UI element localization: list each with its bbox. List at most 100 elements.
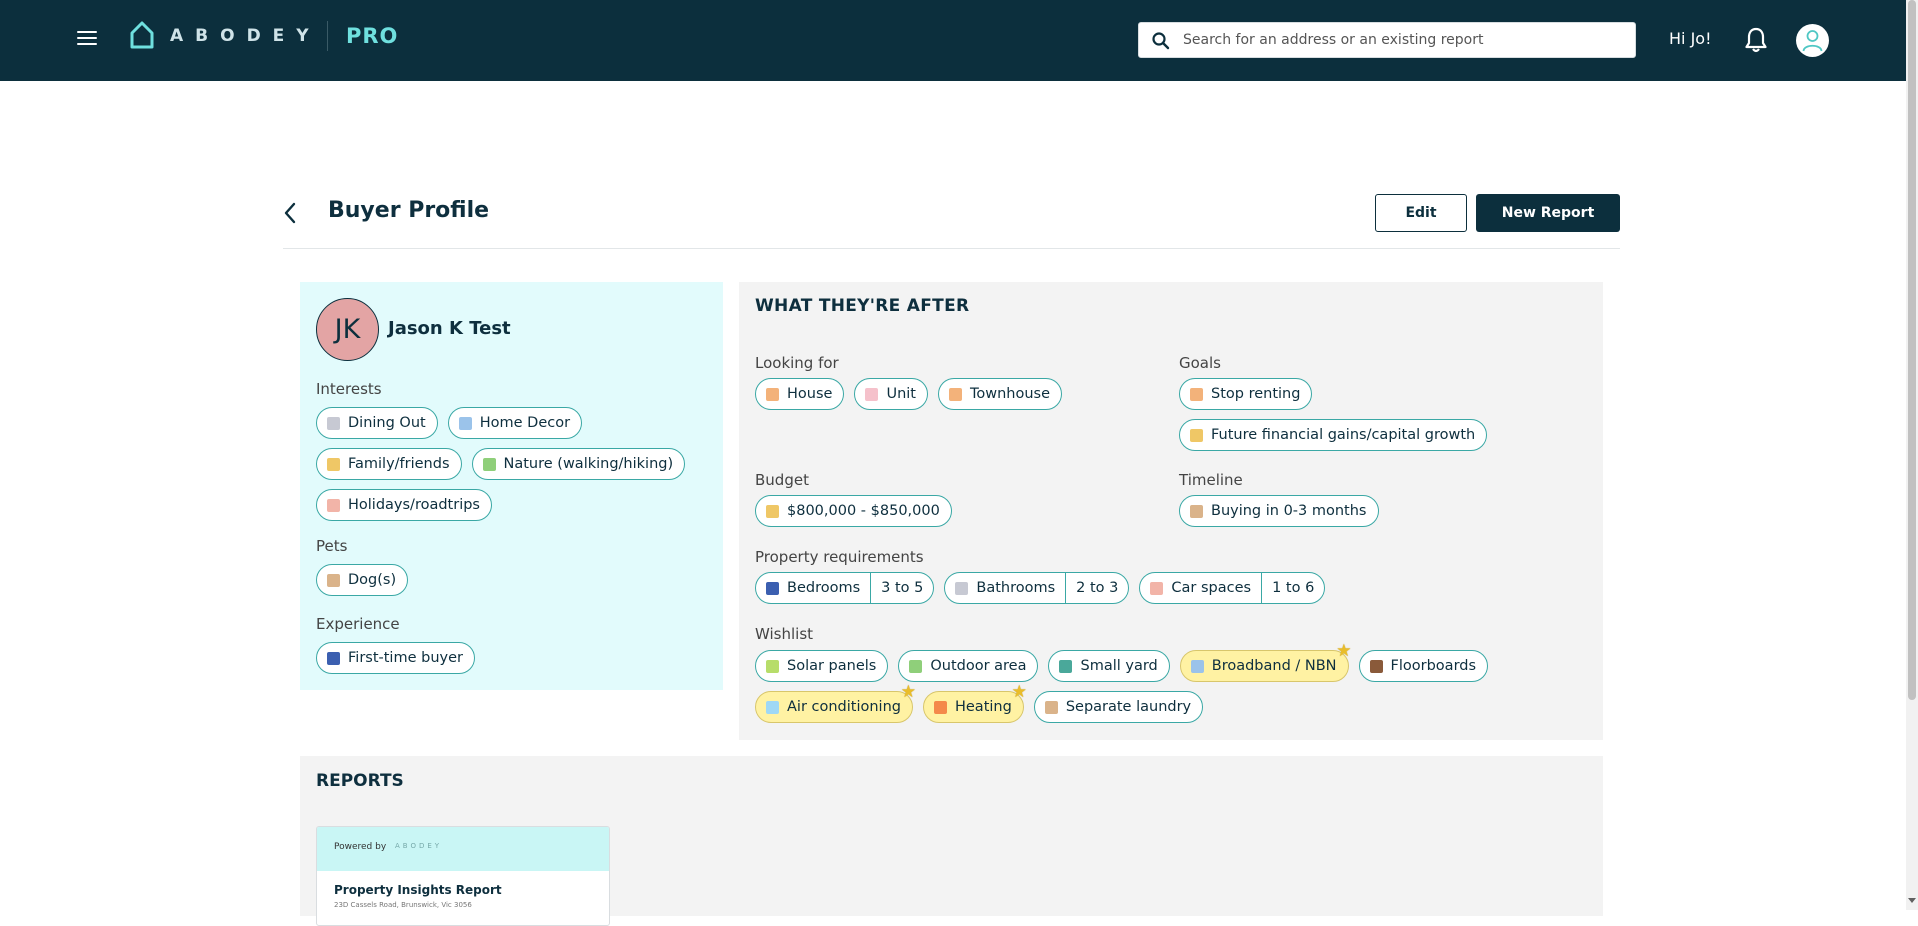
- report-card[interactable]: Powered by ABODEY Property Insights Repo…: [316, 826, 610, 926]
- wishlist-chip-favourite: Broadband / NBN ★: [1179, 641, 1352, 682]
- basket-icon: [1044, 700, 1058, 714]
- back-arrow-icon[interactable]: [283, 201, 297, 225]
- dog-icon: [327, 573, 340, 587]
- wishlist-chip-favourite: Heating ★: [922, 682, 1027, 723]
- wishlist-chip: Separate laundry: [1033, 691, 1204, 723]
- budget-label: Budget: [755, 471, 809, 489]
- top-navigation-bar: ABODEY PRO Hi Jo!: [0, 0, 1906, 81]
- new-badge-icon: [327, 651, 340, 665]
- plant-icon: [909, 659, 923, 673]
- interests-label: Interests: [316, 380, 382, 398]
- logo-divider: [327, 21, 328, 51]
- interest-chip: Nature (walking/hiking): [471, 448, 686, 480]
- abodey-logo-icon[interactable]: [129, 20, 155, 50]
- wishlist-list: Solar panels Outdoor area Small yard Bro…: [755, 641, 1595, 723]
- reports-section: REPORTS Powered by ABODEY Property Insig…: [300, 756, 1603, 926]
- logo-wordmark[interactable]: ABODEY: [170, 26, 321, 46]
- budget-chip: $800,000 - $850,000: [755, 495, 952, 527]
- section-title: WHAT THEY'RE AFTER: [755, 296, 970, 316]
- timeline-list: Buying in 0-3 months: [1179, 495, 1379, 527]
- buyer-name: Jason K Test: [388, 318, 511, 339]
- wishlist-chip: Solar panels: [755, 650, 889, 682]
- logo-pro: PRO: [346, 24, 399, 48]
- house-icon: [1190, 387, 1203, 401]
- notification-bell-icon[interactable]: [1745, 26, 1767, 53]
- search-input[interactable]: [1183, 23, 1623, 57]
- buyer-profile-card: JK Jason K Test Interests Dining Out Hom…: [300, 282, 723, 690]
- battery-icon: [766, 659, 779, 673]
- requirement-chip: Car spaces 1 to 6: [1139, 572, 1326, 604]
- user-icon: [1802, 30, 1823, 52]
- wishlist-label: Wishlist: [755, 625, 814, 643]
- user-avatar-button[interactable]: [1796, 24, 1829, 57]
- menu-icon[interactable]: [77, 31, 97, 47]
- car-icon: [1150, 581, 1164, 595]
- beach-icon: [327, 498, 340, 512]
- money-bag-icon: [1190, 428, 1203, 442]
- looking-for-list: House Unit Townhouse: [755, 378, 1063, 410]
- property-type-chip: Unit: [854, 378, 928, 410]
- requirement-chip: Bedrooms 3 to 5: [755, 572, 935, 604]
- divider: [283, 248, 1620, 249]
- requirement-chip: Bathrooms 2 to 3: [944, 572, 1130, 604]
- interest-chip: Holidays/roadtrips: [316, 489, 492, 521]
- report-card-header: Powered by ABODEY: [317, 827, 609, 871]
- pets-label: Pets: [316, 537, 348, 555]
- budget-list: $800,000 - $850,000: [755, 495, 952, 527]
- timeline-chip: Buying in 0-3 months: [1179, 495, 1379, 527]
- star-icon: ★: [900, 682, 916, 702]
- page-title: Buyer Profile: [328, 198, 490, 223]
- interest-chip: Dining Out: [316, 407, 438, 439]
- house-icon: [766, 387, 779, 401]
- experience-label: Experience: [316, 615, 400, 633]
- flame-icon: [933, 700, 947, 714]
- bed-icon: [766, 581, 779, 595]
- requirement-range: 1 to 6: [1261, 573, 1324, 603]
- goal-chip: Future financial gains/capital growth: [1179, 419, 1488, 451]
- property-type-chip: House: [755, 378, 845, 410]
- goal-chip: Stop renting: [1179, 378, 1313, 410]
- requirement-range: 2 to 3: [1065, 573, 1128, 603]
- star-icon: ★: [1336, 641, 1352, 661]
- scroll-down-arrow-icon[interactable]: [1908, 898, 1916, 903]
- star-icon: ★: [1011, 682, 1027, 702]
- interest-chip: Family/friends: [316, 448, 462, 480]
- report-address: 23D Cassels Road, Brunswick, Vic 3056: [334, 901, 472, 909]
- search-box[interactable]: [1138, 22, 1636, 58]
- yard-icon: [1059, 659, 1073, 673]
- report-title: Property Insights Report: [334, 883, 502, 897]
- sofa-icon: [458, 416, 472, 430]
- goals-label: Goals: [1179, 354, 1221, 372]
- globe-icon: [1190, 659, 1204, 673]
- powered-by-label: Powered by: [334, 842, 387, 852]
- pet-chip: Dog(s): [316, 564, 409, 596]
- pets-list: Dog(s): [316, 564, 409, 596]
- townhouse-icon: [948, 387, 962, 401]
- tree-icon: [482, 457, 496, 471]
- property-type-chip: Townhouse: [937, 378, 1063, 410]
- money-bag-icon: [766, 504, 779, 518]
- property-requirements-list: Bedrooms 3 to 5 Bathrooms 2 to 3 Car space…: [755, 572, 1326, 604]
- scrollbar-thumb[interactable]: [1908, 0, 1916, 700]
- interest-chip: Home Decor: [447, 407, 583, 439]
- dining-icon: [327, 416, 340, 430]
- wood-icon: [1369, 659, 1383, 673]
- building-icon: [865, 387, 879, 401]
- search-icon: [1152, 32, 1170, 50]
- timeline-label: Timeline: [1179, 471, 1243, 489]
- avatar: JK: [316, 298, 379, 361]
- property-requirements-label: Property requirements: [755, 548, 924, 566]
- reports-title: REPORTS: [316, 771, 404, 791]
- wishlist-chip: Floorboards: [1358, 650, 1489, 682]
- snowflake-icon: [766, 700, 779, 714]
- new-report-button[interactable]: New Report: [1476, 194, 1620, 232]
- abodey-logo: ABODEY: [395, 842, 443, 850]
- bathtub-icon: [955, 581, 969, 595]
- edit-button[interactable]: Edit: [1375, 194, 1467, 232]
- looking-for-label: Looking for: [755, 354, 839, 372]
- what-theyre-after-panel: WHAT THEY'RE AFTER Looking for House Uni…: [739, 282, 1603, 740]
- experience-chip: First-time buyer: [316, 642, 475, 674]
- goals-list: Stop renting Future financial gains/capi…: [1179, 378, 1579, 451]
- page-scrollbar[interactable]: [1906, 0, 1918, 910]
- user-greeting: Hi Jo!: [1669, 29, 1712, 48]
